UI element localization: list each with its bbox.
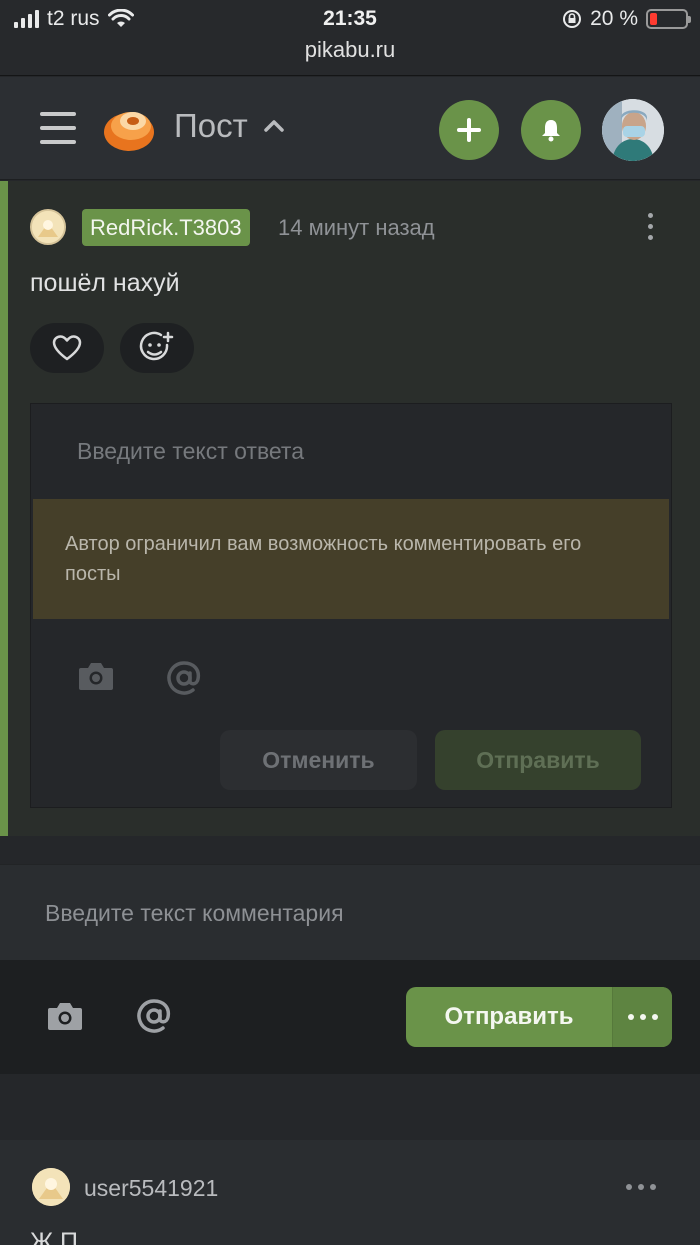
comment: user5541921 Ж П [0, 1140, 700, 1245]
battery-icon [646, 9, 691, 29]
comment-avatar[interactable] [32, 1168, 70, 1206]
pikabu-logo[interactable] [102, 104, 156, 152]
reply-input[interactable]: Введите текст ответа [77, 438, 304, 465]
status-right: 20 % [562, 7, 691, 31]
comment-text: Ж П [30, 1228, 78, 1245]
mention-icon[interactable] [135, 998, 173, 1034]
comment-username-badge[interactable]: RedRick.T3803 [82, 209, 250, 246]
camera-icon[interactable] [77, 660, 115, 692]
more-horizontal-icon[interactable] [626, 1184, 656, 1190]
more-vertical-icon[interactable] [638, 213, 662, 245]
menu-icon[interactable] [40, 112, 76, 144]
cancel-button[interactable]: Отменить [220, 730, 417, 790]
rotation-lock-icon [563, 10, 582, 28]
battery-percent: 20 % [590, 7, 638, 30]
plus-icon [457, 118, 481, 142]
comment-toolbar: Отправить [0, 960, 700, 1074]
app-header: Пост [0, 77, 700, 180]
send-button[interactable]: Отправить [406, 987, 612, 1047]
add-reaction-button[interactable] [120, 323, 194, 373]
add-post-button[interactable] [439, 100, 499, 160]
url-label[interactable]: pikabu.ru [0, 37, 700, 63]
status-bar: t2 rus 21:35 pikabu.ru 20 % [0, 0, 700, 76]
comment-username[interactable]: user5541921 [84, 1175, 218, 1202]
reply-send-button[interactable]: Отправить [435, 730, 641, 790]
send-button-group: Отправить [406, 987, 672, 1047]
comment-time: 14 минут назад [278, 215, 435, 240]
bell-icon [542, 120, 560, 142]
emoji-add-icon [139, 331, 174, 361]
reply-box: Введите текст ответа Автор ограничил вам… [30, 403, 672, 808]
heart-icon [52, 335, 82, 361]
user-avatar[interactable] [602, 99, 664, 161]
chevron-up-icon[interactable] [263, 119, 285, 133]
like-button[interactable] [30, 323, 104, 373]
separator [0, 1074, 700, 1140]
more-horizontal-icon[interactable] [612, 987, 672, 1047]
comment: RedRick.T3803 14 минут назад пошёл нахуй… [0, 181, 700, 836]
comment-input[interactable]: Введите текст комментария [45, 900, 344, 927]
camera-icon[interactable] [46, 1000, 84, 1032]
comment-input-area: Введите текст комментария [0, 864, 700, 960]
mention-icon[interactable] [165, 660, 203, 696]
page-title[interactable]: Пост [174, 107, 248, 145]
comment-text: пошёл нахуй [30, 269, 180, 297]
comment-avatar[interactable] [30, 209, 66, 245]
notifications-button[interactable] [521, 100, 581, 160]
comment-restriction-warning: Автор ограничил вам возможность комменти… [33, 499, 669, 619]
separator [0, 836, 700, 864]
